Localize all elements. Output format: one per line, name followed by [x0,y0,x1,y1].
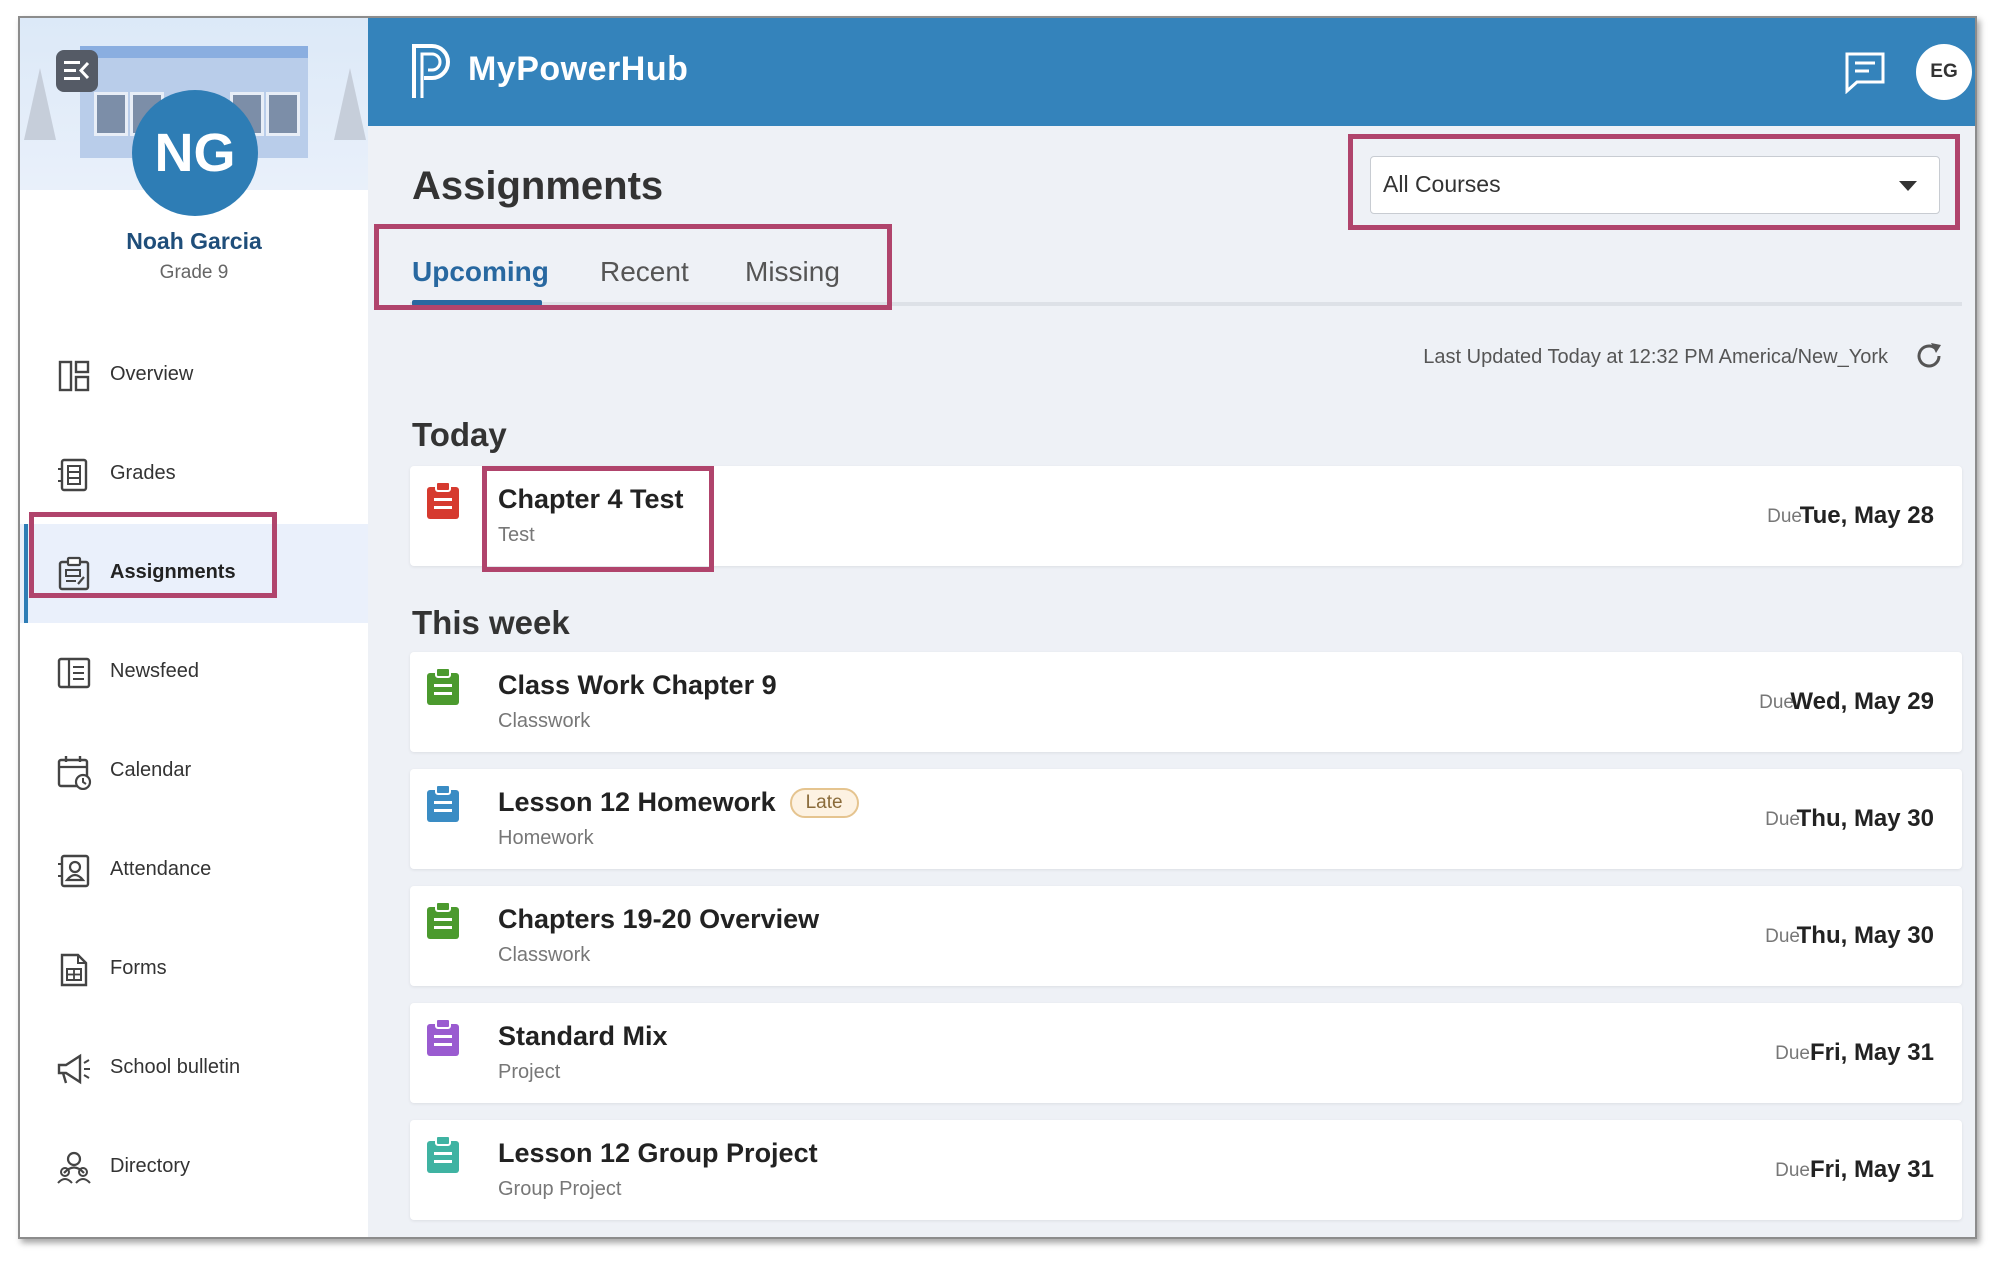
megaphone-icon [57,1053,90,1085]
due-date: Tue, May 28 [1799,502,1934,529]
due-date: Fri, May 31 [1809,1156,1934,1183]
clipboard-icon [427,785,459,822]
assignment-title: Class Work Chapter 9 [498,670,777,700]
clipboard-icon [427,1019,459,1056]
assignment-card[interactable]: Lesson 12 Homework Late Homework Due Thu,… [410,769,1962,869]
tab-recent[interactable]: Recent [600,256,689,288]
assignment-card[interactable]: Class Work Chapter 9 Classwork Due Wed, … [410,652,1962,752]
active-tab-indicator [412,300,542,306]
clipboard-icon [427,668,459,705]
sidebar-item-label: Directory [110,1155,191,1177]
sidebar-item-calendar[interactable]: Calendar [20,722,368,821]
collapse-menu-button[interactable] [56,50,98,92]
app-title: MyPowerHub [468,50,689,88]
course-filter-value: All Courses [1383,171,1501,197]
student-grade: Grade 9 [159,262,229,283]
page-title: Assignments [412,164,664,208]
sidebar-item-directory[interactable]: Directory [20,1118,368,1217]
due-label: Due [1775,1043,1810,1064]
assignment-type: Classwork [498,710,591,732]
top-app-bar: MyPowerHub EG [368,18,1975,126]
clipboard-icon [427,482,459,519]
clipboard-icon [427,902,459,939]
due-label: Due [1765,926,1800,947]
last-updated-text: Last Updated Today at 12:32 PM America/N… [1423,346,1888,368]
student-avatar: NG [132,90,258,216]
sidebar-item-newsfeed[interactable]: Newsfeed [20,623,368,722]
sidebar-item-label: Attendance [110,858,212,880]
messages-button[interactable] [1843,50,1887,95]
user-avatar[interactable]: EG [1916,44,1972,100]
powerschool-logo-icon [412,44,450,98]
clipboard-icon [427,1136,459,1173]
sidebar-item-label: Assignments [110,561,236,583]
directory-icon [57,1151,91,1184]
sidebar: NG Noah Garcia Grade 9 Overview Grades A… [20,18,368,1237]
menu-collapse-icon [64,61,90,80]
assignment-title: Lesson 12 Homework [498,787,776,817]
sidebar-item-attendance[interactable]: Attendance [20,821,368,920]
tab-upcoming[interactable]: Upcoming [412,256,549,288]
assignment-type: Project [498,1061,561,1083]
grades-icon [58,458,88,492]
section-heading-today: Today [412,416,507,453]
due-date: Thu, May 30 [1796,805,1934,832]
assignment-title: Chapter 4 Test [498,484,684,514]
assignment-title: Chapters 19-20 Overview [498,904,820,934]
student-name: Noah Garcia [126,228,262,254]
assignment-title: Lesson 12 Group Project [498,1138,818,1168]
tabs-divider [410,302,1962,306]
app-window: NG Noah Garcia Grade 9 Overview Grades A… [18,16,1977,1239]
assignment-type: Group Project [498,1178,622,1200]
assignment-card[interactable]: Standard Mix Project Due Fri, May 31 [410,1003,1962,1103]
sidebar-item-label: School bulletin [110,1056,241,1078]
assignments-icon [58,556,90,591]
chevron-down-icon [1899,181,1917,191]
assignment-card[interactable]: Chapter 4 Test Test Due Tue, May 28 [410,466,1962,566]
due-label: Due [1767,506,1802,527]
sidebar-item-school-bulletin[interactable]: School bulletin [20,1019,368,1118]
due-label: Due [1759,692,1794,713]
section-heading-this-week: This week [412,604,570,641]
assignment-title-row: Lesson 12 Homework Late [498,787,859,818]
chat-icon [1845,52,1885,95]
calendar-icon [57,756,92,790]
sidebar-item-label: Overview [110,363,194,385]
assignment-type: Test [498,524,535,546]
due-date: Wed, May 29 [1790,688,1934,715]
sidebar-item-label: Forms [110,957,167,979]
assignment-type: Homework [498,827,594,849]
course-filter-select[interactable]: All Courses [1370,156,1940,214]
sidebar-item-assignments[interactable]: Assignments [20,524,368,623]
sidebar-item-grades[interactable]: Grades [20,425,368,524]
forms-icon [60,953,88,987]
tab-missing[interactable]: Missing [745,256,840,288]
due-label: Due [1765,809,1800,830]
due-date: Thu, May 30 [1796,922,1934,949]
refresh-icon[interactable] [1913,340,1945,372]
late-badge: Late [789,788,859,818]
sidebar-nav: Overview Grades Assignments Newsfeed Cal… [20,326,368,1217]
assignment-card[interactable]: Chapters 19-20 Overview Classwork Due Th… [410,886,1962,986]
assignment-title: Standard Mix [498,1021,668,1051]
due-label: Due [1775,1160,1810,1181]
assignment-type: Classwork [498,944,591,966]
assignment-card[interactable]: Lesson 12 Group Project Group Project Du… [410,1120,1962,1220]
sidebar-item-overview[interactable]: Overview [20,326,368,425]
sidebar-item-forms[interactable]: Forms [20,920,368,1019]
sidebar-item-label: Newsfeed [110,660,199,682]
sidebar-item-label: Grades [110,462,176,484]
attendance-icon [58,854,90,888]
newsfeed-icon [57,657,91,689]
overview-icon [58,360,90,392]
sidebar-item-label: Calendar [110,759,192,781]
due-date: Fri, May 31 [1809,1039,1934,1066]
